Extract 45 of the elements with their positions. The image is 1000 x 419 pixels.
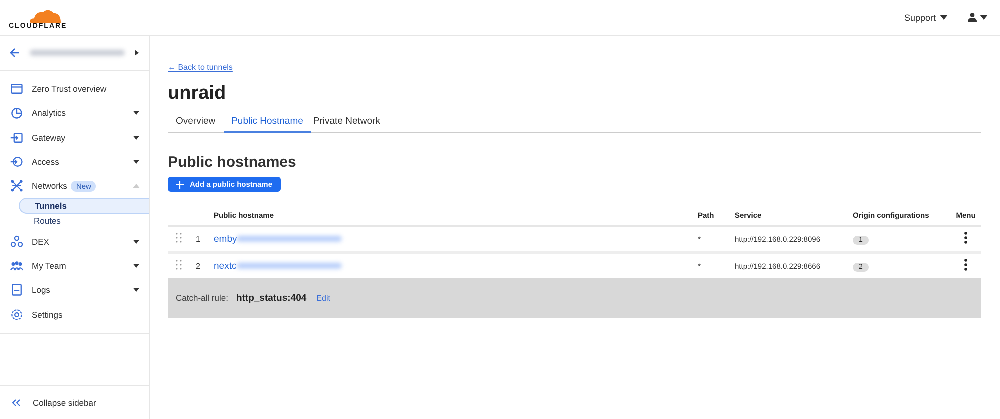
sidebar-item[interactable]: Settings <box>0 302 149 327</box>
kebab-menu-icon[interactable] <box>964 232 968 244</box>
settings-icon <box>10 308 24 322</box>
back-link[interactable]: ← Back to tunnels <box>168 63 233 72</box>
team-icon <box>10 258 24 273</box>
sidebar-item[interactable]: Gateway <box>0 126 149 150</box>
sidebar-item[interactable]: Analytics <box>0 101 149 126</box>
sidebar-item[interactable]: My Team <box>0 254 149 278</box>
plus-icon <box>176 180 184 188</box>
network-icon <box>10 179 24 194</box>
sidebar-item[interactable]: Zero Trust overview <box>0 77 149 102</box>
row-number: 1 <box>196 234 200 244</box>
sidebar-item[interactable]: Access <box>0 150 149 174</box>
access-icon <box>10 155 24 170</box>
tab[interactable]: Public Hostname <box>224 111 312 133</box>
caret-right-icon[interactable] <box>135 50 139 56</box>
hostname-link[interactable]: emby <box>214 234 238 244</box>
section-title: Public hostnames <box>168 154 298 171</box>
row-number: 2 <box>196 262 200 270</box>
dex-icon <box>10 234 24 249</box>
catch-all-label: Catch-all rule: <box>176 293 228 303</box>
kebab-menu-icon[interactable] <box>964 259 968 271</box>
drag-handle-icon[interactable] <box>176 233 182 243</box>
collapse-sidebar-button[interactable]: Collapse sidebar <box>0 385 149 419</box>
catch-all-value: http_status:404 <box>236 292 307 304</box>
gateway-icon <box>10 130 24 145</box>
back-arrow-icon[interactable] <box>10 48 20 58</box>
tab[interactable]: Private Network <box>311 111 388 133</box>
page-title: unraid <box>168 83 228 105</box>
pie-chart-icon <box>10 106 24 120</box>
sidebar-subitem[interactable]: Tunnels <box>19 198 149 214</box>
sidebar-item[interactable]: DEX <box>0 229 149 254</box>
drag-handle-icon[interactable] <box>176 260 182 270</box>
user-menu[interactable] <box>968 13 988 22</box>
user-icon <box>968 13 977 22</box>
caret-icon <box>980 15 988 20</box>
sidebar-item[interactable]: Logs <box>0 278 149 302</box>
window-icon <box>10 82 24 96</box>
tab[interactable]: Overview <box>168 111 224 133</box>
logs-icon <box>10 283 24 298</box>
caret-icon <box>940 15 948 20</box>
hostname-link[interactable]: nextc <box>214 260 237 272</box>
sidebar-subitem[interactable]: Routes <box>19 214 149 230</box>
support-menu[interactable]: Support <box>904 12 948 22</box>
double-chevron-icon <box>12 398 21 406</box>
